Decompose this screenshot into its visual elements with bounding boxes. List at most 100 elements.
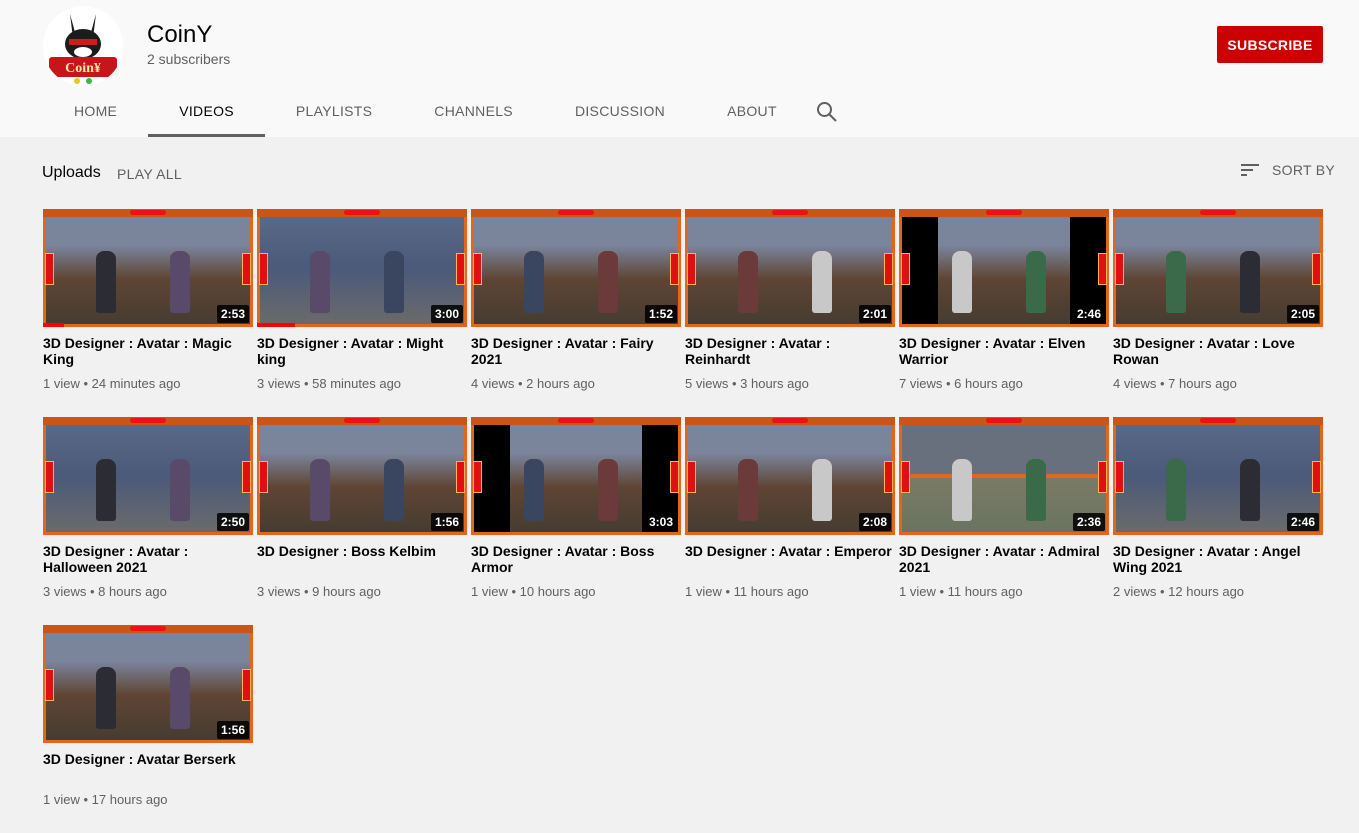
video-thumbnail[interactable]: 2:53	[43, 209, 253, 327]
meta-separator: •	[1156, 584, 1169, 599]
video-duration: 1:52	[644, 305, 677, 323]
video-card[interactable]: 3:00 3D Designer : Avatar : Might king 3 v…	[257, 209, 467, 417]
video-card[interactable]: 1:52 3D Designer : Avatar : Fairy 2021 4 v…	[471, 209, 681, 417]
channel-name: CoinY	[147, 21, 213, 48]
video-title[interactable]: 3D Designer : Avatar : Halloween 2021	[43, 543, 253, 577]
video-thumbnail[interactable]: 2:46	[1113, 417, 1323, 535]
play-all-button[interactable]: PLAY ALL	[117, 166, 182, 182]
thumbnail-frame-side	[901, 253, 910, 285]
video-title[interactable]: 3D Designer : Avatar : Angel Wing 2021	[1113, 543, 1323, 577]
tab-playlists[interactable]: PLAYLISTS	[265, 88, 403, 137]
video-title[interactable]: 3D Designer : Avatar : Admiral 2021	[899, 543, 1109, 577]
video-thumbnail[interactable]: 2:08	[685, 417, 895, 535]
channel-avatar[interactable]: Coin¥	[43, 6, 123, 86]
avatar-figure	[952, 459, 972, 521]
video-card[interactable]: 2:08 3D Designer : Avatar : Emperor 1 view…	[685, 417, 895, 625]
video-card[interactable]: 3:03 3D Designer : Avatar : Boss Armor 1 v…	[471, 417, 681, 625]
video-thumbnail[interactable]: 3:03	[471, 417, 681, 535]
thumbnail-frame-side	[884, 461, 893, 493]
video-title[interactable]: 3D Designer : Avatar : Reinhardt	[685, 335, 895, 369]
video-card[interactable]: 2:36 3D Designer : Avatar : Admiral 2021 1…	[899, 417, 1109, 625]
meta-separator: •	[79, 376, 92, 391]
video-title[interactable]: 3D Designer : Avatar Berserk	[43, 751, 253, 785]
tab-home[interactable]: HOME	[43, 88, 148, 137]
video-meta: 1 view • 11 hours ago	[899, 584, 1109, 600]
tab-discussion[interactable]: DISCUSSION	[544, 88, 696, 137]
thumbnail-frame-side	[45, 253, 54, 285]
avatar-figure	[597, 459, 618, 521]
video-thumbnail[interactable]: 1:52	[471, 209, 681, 327]
video-thumbnail[interactable]: 2:50	[43, 417, 253, 535]
avatar-text: Coin¥	[65, 61, 101, 76]
video-duration: 3:00	[430, 305, 463, 323]
video-title[interactable]: 3D Designer : Avatar : Might king	[257, 335, 467, 369]
video-thumbnail[interactable]: 2:05	[1113, 209, 1323, 327]
video-title[interactable]: 3D Designer : Avatar : Boss Armor	[471, 543, 681, 577]
upload-age: 8 hours ago	[98, 584, 167, 599]
upload-age: 11 hours ago	[947, 584, 1023, 599]
thumbnail-frame-side	[670, 253, 679, 285]
video-title[interactable]: 3D Designer : Boss Kelbim	[257, 543, 467, 577]
video-card[interactable]: 2:50 3D Designer : Avatar : Halloween 202…	[43, 417, 253, 625]
video-thumbnail[interactable]: 3:00	[257, 209, 467, 327]
upload-age: 11 hours ago	[733, 584, 809, 599]
thumbnail-frame-side	[456, 253, 465, 285]
coin-rabbit-logo-icon: Coin¥	[43, 6, 123, 86]
video-card[interactable]: 2:46 3D Designer : Avatar : Elven Warrior…	[899, 209, 1109, 417]
avatar-figure	[383, 459, 404, 521]
meta-separator: •	[935, 584, 948, 599]
video-duration: 2:08	[858, 513, 891, 531]
meta-separator: •	[721, 584, 734, 599]
sort-by-button[interactable]: SORT BY	[1240, 162, 1335, 178]
video-title[interactable]: 3D Designer : Avatar : Emperor	[685, 543, 895, 577]
thumbnail-frame-side	[259, 253, 268, 285]
thumbnail-frame-side	[1312, 253, 1321, 285]
meta-separator: •	[1156, 376, 1169, 391]
tab-about[interactable]: ABOUT	[696, 88, 808, 137]
search-icon[interactable]	[816, 101, 838, 123]
thumbnail-frame-top	[471, 209, 681, 217]
video-duration: 1:56	[216, 721, 249, 739]
video-thumbnail[interactable]: 1:56	[257, 417, 467, 535]
video-card[interactable]: 1:56 3D Designer : Avatar Berserk 1 view •…	[43, 625, 253, 833]
thumbnail-frame-side	[687, 253, 696, 285]
video-thumbnail[interactable]: 1:56	[43, 625, 253, 743]
tab-videos[interactable]: VIDEOS	[148, 88, 265, 137]
view-count: 3 views	[257, 584, 301, 599]
video-card[interactable]: 2:01 3D Designer : Avatar : Reinhardt 5 vi…	[685, 209, 895, 417]
thumbnail-frame-top	[685, 209, 895, 217]
tab-channels[interactable]: CHANNELS	[403, 88, 544, 137]
subscribe-button[interactable]: SUBSCRIBE	[1217, 26, 1323, 63]
upload-age: 9 hours ago	[312, 584, 381, 599]
video-title[interactable]: 3D Designer : Avatar : Elven Warrior	[899, 335, 1109, 369]
video-card[interactable]: 1:56 3D Designer : Boss Kelbim 3 views • 9…	[257, 417, 467, 625]
video-title[interactable]: 3D Designer : Avatar : Magic King	[43, 335, 253, 369]
view-count: 1 view	[685, 584, 722, 599]
view-count: 1 view	[43, 376, 80, 391]
avatar-figure	[1166, 459, 1186, 521]
video-card[interactable]: 2:53 3D Designer : Avatar : Magic King 1 v…	[43, 209, 253, 417]
thumbnail-frame-top	[471, 417, 681, 425]
view-count: 4 views	[471, 376, 515, 391]
thumbnail-frame-side	[1098, 253, 1107, 285]
video-meta: 1 view • 17 hours ago	[43, 792, 253, 808]
video-title[interactable]: 3D Designer : Avatar : Love Rowan	[1113, 335, 1323, 369]
video-thumbnail[interactable]: 2:01	[685, 209, 895, 327]
view-count: 3 views	[257, 376, 301, 391]
video-title[interactable]: 3D Designer : Avatar : Fairy 2021	[471, 335, 681, 369]
video-meta: 1 view • 11 hours ago	[685, 584, 895, 600]
avatar-figure	[738, 251, 758, 313]
video-duration: 1:56	[430, 513, 463, 531]
video-card[interactable]: 2:05 3D Designer : Avatar : Love Rowan 4 v…	[1113, 209, 1323, 417]
thumbnail-frame-top	[899, 209, 1109, 217]
video-thumbnail[interactable]: 2:46	[899, 209, 1109, 327]
video-card[interactable]: 2:46 3D Designer : Avatar : Angel Wing 20…	[1113, 417, 1323, 625]
subscriber-count: 2 subscribers	[147, 51, 231, 67]
video-thumbnail[interactable]: 2:36	[899, 417, 1109, 535]
thumbnail-frame-side	[670, 461, 679, 493]
thumbnail-frame-side	[45, 669, 54, 701]
thumbnail-frame-top	[1113, 209, 1323, 217]
thumbnail-frame-top	[1113, 417, 1323, 425]
thumbnail-frame-top	[899, 417, 1109, 425]
upload-age: 24 minutes ago	[91, 376, 181, 391]
